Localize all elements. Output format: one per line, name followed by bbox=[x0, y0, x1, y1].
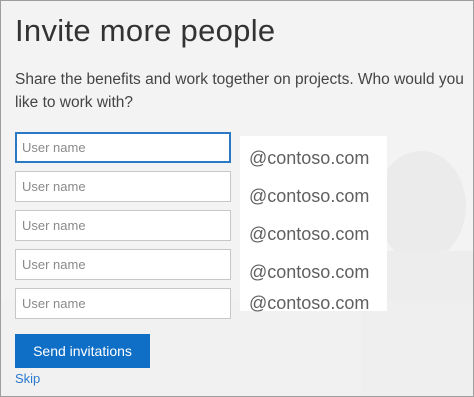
page-description: Share the benefits and work together on … bbox=[15, 71, 464, 111]
send-invitations-button[interactable]: Send invitations bbox=[15, 334, 150, 368]
domain-suffix-3: @contoso.com bbox=[249, 224, 370, 244]
skip-link[interactable]: Skip bbox=[15, 371, 40, 386]
user-name-input-5[interactable] bbox=[15, 288, 231, 319]
user-name-input-4[interactable] bbox=[15, 249, 231, 280]
user-name-input-2[interactable] bbox=[15, 171, 231, 202]
domain-suffix-1: @contoso.com bbox=[249, 148, 370, 168]
domain-suffix-2: @contoso.com bbox=[249, 186, 370, 206]
invite-dialog: Invite more people Share the benefits an… bbox=[0, 0, 474, 397]
user-name-fields bbox=[15, 132, 231, 319]
domain-suffix-4: @contoso.com bbox=[249, 262, 370, 282]
domain-suffix-panel: @contoso.com @contoso.com @contoso.com @… bbox=[240, 136, 387, 313]
user-name-input-1[interactable] bbox=[15, 132, 231, 163]
domain-suffix-5: @contoso.com bbox=[249, 293, 370, 313]
user-name-input-3[interactable] bbox=[15, 210, 231, 241]
page-title: Invite more people bbox=[15, 13, 276, 48]
